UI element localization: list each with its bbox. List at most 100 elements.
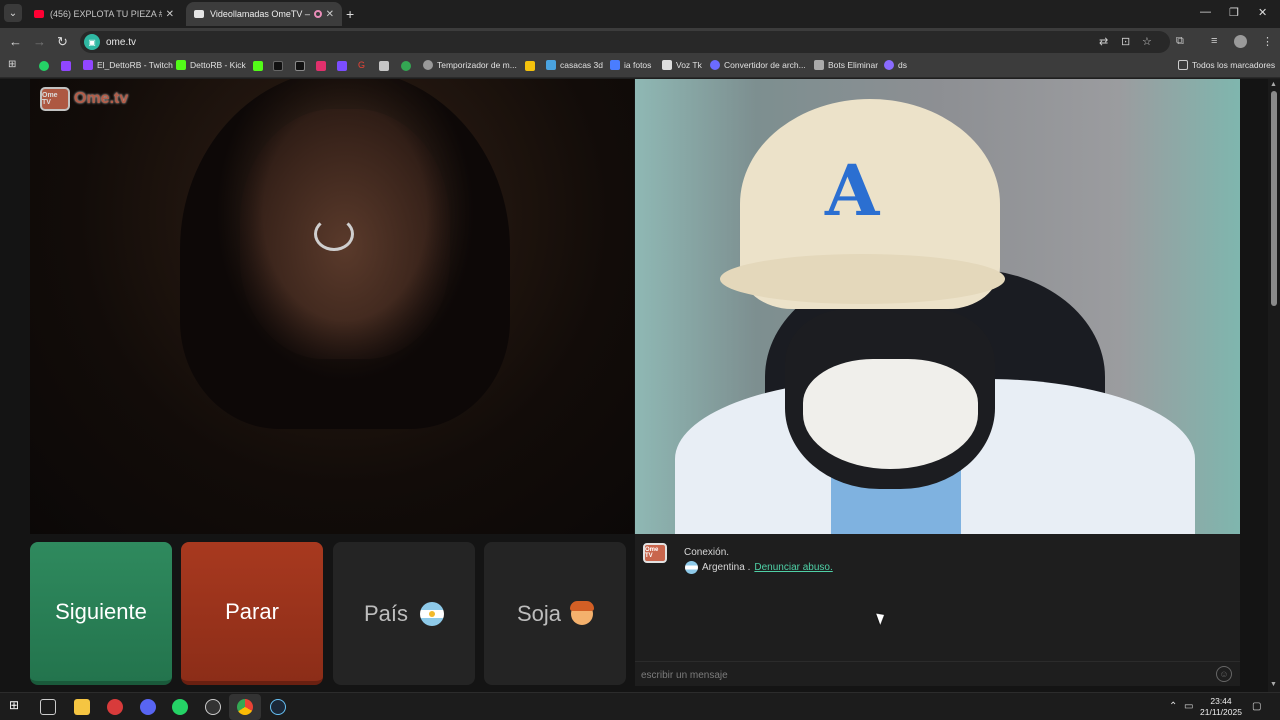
apps-grid-icon[interactable]: ⊞ bbox=[8, 59, 18, 70]
gender-filter-button[interactable]: Soja bbox=[484, 542, 626, 685]
tab-search-chevron-icon[interactable]: ⌄ bbox=[4, 4, 22, 22]
page-scrollbar[interactable]: ▲ ▼ bbox=[1268, 79, 1280, 692]
canva-icon[interactable] bbox=[337, 61, 347, 71]
opera-gx-icon[interactable] bbox=[107, 699, 123, 715]
report-abuse-link[interactable]: Denunciar abuso. bbox=[754, 562, 832, 573]
all-bookmarks-folder[interactable]: Todos los marcadores bbox=[1178, 60, 1275, 70]
network-icon[interactable]: ▭ bbox=[1184, 701, 1193, 712]
translate-icon[interactable]: ⇄ bbox=[1099, 35, 1108, 48]
scrollbar-thumb[interactable] bbox=[1271, 91, 1277, 306]
whatsapp-icon[interactable] bbox=[39, 61, 49, 71]
folder-icon[interactable] bbox=[525, 61, 535, 71]
bot-icon bbox=[814, 60, 824, 70]
bookmark-bots-eliminar[interactable]: Bots Eliminar bbox=[814, 60, 878, 70]
ometv-favicon-icon bbox=[194, 10, 204, 18]
chrome-icon[interactable] bbox=[237, 699, 253, 715]
message-input[interactable] bbox=[641, 667, 1201, 683]
restore-icon[interactable]: ❐ bbox=[1229, 6, 1239, 19]
install-app-icon[interactable]: ⊡ bbox=[1121, 35, 1130, 48]
stop-button-label: Parar bbox=[225, 598, 279, 624]
country-filter-button[interactable]: País bbox=[333, 542, 475, 685]
bookmark-ds[interactable]: ds bbox=[884, 60, 907, 70]
ometv-logo[interactable]: Ome TV Ome.tv bbox=[40, 87, 128, 111]
stop-button[interactable]: Parar bbox=[181, 542, 323, 685]
bookmark-casacas[interactable]: casacas 3d bbox=[546, 60, 603, 70]
back-icon[interactable]: ← bbox=[9, 34, 22, 49]
steam-icon[interactable] bbox=[270, 699, 286, 715]
clock-date: 21/11/2025 bbox=[1200, 707, 1242, 717]
tab-youtube[interactable]: (456) EXPLOTA TU PIEZA #1 EL... ✕ bbox=[26, 2, 182, 26]
ds-icon bbox=[884, 60, 894, 70]
bookmark-convertidor[interactable]: Convertidor de arch... bbox=[710, 60, 806, 70]
scroll-up-icon[interactable]: ▲ bbox=[1270, 81, 1277, 88]
forward-icon[interactable]: → bbox=[33, 34, 46, 49]
next-button[interactable]: Siguiente bbox=[30, 542, 172, 685]
whatsapp-icon[interactable] bbox=[172, 699, 188, 715]
tiktok-icon[interactable] bbox=[273, 61, 283, 71]
pin-icon[interactable] bbox=[379, 61, 389, 71]
self-video: A bbox=[635, 79, 1240, 534]
photos-icon[interactable] bbox=[401, 61, 411, 71]
bookmark-label: El_DettoRB - Twitch bbox=[97, 60, 173, 70]
x-icon[interactable] bbox=[295, 61, 305, 71]
close-tab-icon[interactable]: ✕ bbox=[166, 9, 174, 20]
close-window-icon[interactable]: ✕ bbox=[1258, 6, 1267, 19]
bookmark-label: ds bbox=[898, 60, 907, 70]
kick-icon[interactable] bbox=[253, 61, 263, 71]
tray-overflow-chevron-icon[interactable]: ⌃ bbox=[1169, 701, 1177, 712]
close-tab-icon[interactable]: ✕ bbox=[326, 9, 334, 20]
bookmark-ia-fotos[interactable]: ia fotos bbox=[610, 60, 651, 70]
reload-icon[interactable]: ↻ bbox=[57, 34, 68, 50]
windows-taskbar: ⊞ ⌃ ▭ 23:44 21/11/2025 ▢ bbox=[0, 692, 1280, 720]
site-info-icon[interactable]: ▣ bbox=[84, 34, 100, 50]
bookmark-kick[interactable]: DettoRB - Kick bbox=[176, 60, 246, 70]
url-text: ome.tv bbox=[106, 36, 137, 48]
profile-avatar-icon[interactable] bbox=[1234, 35, 1247, 48]
voice-icon bbox=[662, 60, 672, 70]
bookmark-twitch[interactable]: El_DettoRB - Twitch bbox=[83, 60, 173, 70]
bookmark-temporizador[interactable]: Temporizador de m... bbox=[423, 60, 517, 70]
system-clock[interactable]: 23:44 21/11/2025 bbox=[1196, 696, 1246, 718]
notifications-icon[interactable]: ▢ bbox=[1252, 701, 1261, 712]
address-bar[interactable]: ▣ ome.tv bbox=[80, 31, 1170, 53]
minimize-icon[interactable]: — bbox=[1200, 6, 1211, 18]
twitch-icon[interactable] bbox=[61, 61, 71, 71]
new-tab-button[interactable]: + bbox=[346, 6, 354, 22]
bookmark-label: casacas 3d bbox=[560, 60, 603, 70]
media-control-icon[interactable]: ≡ bbox=[1211, 35, 1217, 47]
scroll-down-icon[interactable]: ▼ bbox=[1270, 681, 1277, 688]
file-explorer-icon[interactable] bbox=[74, 699, 90, 715]
menu-kebab-icon[interactable]: ⋮ bbox=[1262, 35, 1273, 48]
argentina-flag-icon bbox=[685, 561, 698, 574]
logo-text: Ome.tv bbox=[74, 90, 129, 107]
cap-logo: A bbox=[825, 149, 880, 232]
ometv-chat-icon: Ome TV bbox=[643, 543, 667, 563]
bookmark-label: Bots Eliminar bbox=[828, 60, 879, 70]
google-icon[interactable]: G bbox=[358, 60, 368, 70]
bookmark-label: DettoRB - Kick bbox=[190, 60, 246, 70]
folder-icon bbox=[1178, 60, 1188, 70]
extensions-icon[interactable]: ⧉ bbox=[1176, 35, 1184, 48]
youtube-icon bbox=[34, 10, 44, 18]
stranger-hair bbox=[180, 79, 510, 429]
task-view-icon[interactable] bbox=[40, 699, 56, 715]
tab-ometv[interactable]: Videollamadas OmeTV — A ✕ bbox=[186, 2, 342, 26]
chat-input-bar: ☺ bbox=[635, 661, 1240, 686]
all-bookmarks-label: Todos los marcadores bbox=[1192, 60, 1276, 70]
bookmark-label: ia fotos bbox=[624, 60, 652, 70]
tv-icon: Ome TV bbox=[40, 87, 70, 111]
browser-toolbar: ← → ↻ ▣ ome.tv ⇄ ⊡ ☆ ⧉ ≡ ⋮ bbox=[0, 28, 1280, 56]
start-windows-icon[interactable]: ⊞ bbox=[9, 698, 25, 714]
partner-country: Argentina . bbox=[702, 562, 751, 573]
bookmark-star-icon[interactable]: ☆ bbox=[1142, 35, 1152, 48]
bookmarks-bar: ⊞ El_DettoRB - Twitch DettoRB - Kick G T… bbox=[0, 56, 1280, 78]
instagram-icon[interactable] bbox=[316, 61, 326, 71]
country-button-label: País bbox=[363, 600, 409, 626]
discord-icon[interactable] bbox=[140, 699, 156, 715]
obs-icon[interactable] bbox=[205, 699, 221, 715]
connection-status: Conexión. bbox=[684, 547, 730, 558]
emoji-icon[interactable]: ☺ bbox=[1216, 666, 1232, 682]
partner-info: Argentina . Denunciar abuso. bbox=[685, 561, 833, 574]
cap-brim bbox=[720, 254, 1005, 304]
bookmark-voz-tk[interactable]: Voz Tk bbox=[662, 60, 702, 70]
